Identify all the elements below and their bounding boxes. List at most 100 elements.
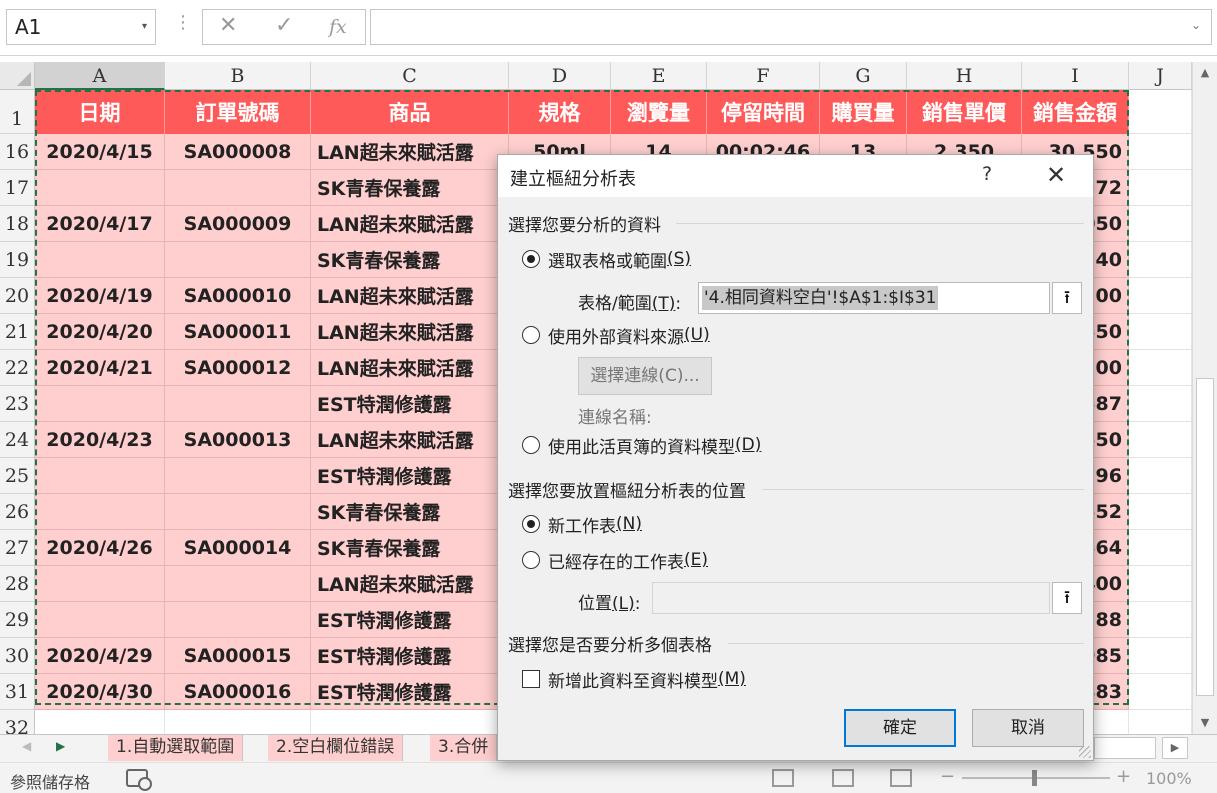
radio-button[interactable] (522, 326, 540, 344)
product-cell[interactable]: SK青春保養露 (311, 242, 509, 278)
date-cell[interactable] (35, 242, 165, 278)
enter-entry-icon[interactable]: ✓ (275, 13, 293, 38)
scroll-up-icon[interactable]: ▲ (1193, 62, 1217, 84)
date-cell[interactable]: 2020/4/17 (35, 206, 165, 242)
radio-existing-worksheet[interactable]: 已經存在的工作表 (E) (522, 548, 708, 573)
table-header-cell[interactable]: 瀏覽量 (611, 90, 707, 134)
sheet-tab-1[interactable]: 1.自動選取範圍 (108, 735, 244, 761)
choose-connection-button[interactable]: 選擇連線(C)... (578, 357, 712, 395)
ok-button[interactable]: 確定 (844, 709, 956, 747)
name-box[interactable]: A1 ▾ (6, 9, 156, 45)
empty-cell[interactable] (1129, 278, 1192, 314)
order-number-cell[interactable]: SA000016 (165, 674, 311, 710)
order-number-cell[interactable]: SA000013 (165, 422, 311, 458)
order-number-cell[interactable] (165, 386, 311, 422)
cancel-entry-icon[interactable]: ✕ (219, 13, 237, 38)
radio-button[interactable] (522, 551, 540, 569)
horizontal-scrollbar[interactable] (1094, 737, 1156, 759)
order-number-cell[interactable] (165, 494, 311, 530)
row-header[interactable]: 32 (0, 710, 35, 734)
empty-cell[interactable] (1129, 566, 1192, 602)
insert-function-icon[interactable]: fx (329, 16, 347, 38)
location-input[interactable] (652, 582, 1050, 614)
product-cell[interactable]: LAN超未來賦活露 (311, 134, 509, 170)
date-cell[interactable]: 2020/4/19 (35, 278, 165, 314)
order-number-cell[interactable] (165, 602, 311, 638)
empty-cell[interactable] (1129, 134, 1192, 170)
table-header-cell[interactable]: 訂單號碼 (165, 90, 311, 134)
row-header[interactable]: 16 (0, 134, 35, 170)
vertical-scrollbar[interactable]: ▲ ▼ (1192, 62, 1217, 734)
order-number-cell[interactable]: SA000014 (165, 530, 311, 566)
empty-cell[interactable] (1129, 494, 1192, 530)
order-number-cell[interactable]: SA000011 (165, 314, 311, 350)
page-break-view-icon[interactable] (890, 769, 912, 787)
product-cell[interactable]: LAN超未來賦活露 (311, 566, 509, 602)
cancel-button[interactable]: 取消 (972, 709, 1084, 747)
row-header[interactable]: 19 (0, 242, 35, 278)
accessibility-icon[interactable] (126, 769, 152, 791)
column-header[interactable]: I (1022, 62, 1129, 90)
row-header[interactable]: 31 (0, 674, 35, 710)
empty-cell[interactable] (35, 710, 165, 734)
empty-cell[interactable] (1129, 602, 1192, 638)
row-header[interactable]: 24 (0, 422, 35, 458)
empty-cell[interactable] (1129, 170, 1192, 206)
table-header-cell[interactable]: 日期 (35, 90, 165, 134)
date-cell[interactable]: 2020/4/30 (35, 674, 165, 710)
empty-cell[interactable] (1129, 710, 1192, 734)
zoom-slider-thumb[interactable] (1032, 770, 1037, 786)
row-header[interactable]: 21 (0, 314, 35, 350)
column-header[interactable]: F (707, 62, 820, 90)
page-layout-view-icon[interactable] (832, 769, 854, 787)
row-header[interactable]: 22 (0, 350, 35, 386)
column-header[interactable]: D (509, 62, 611, 90)
previous-sheet-icon[interactable]: ◀ (22, 739, 31, 753)
empty-cell[interactable] (1129, 674, 1192, 710)
product-cell[interactable]: SK青春保養露 (311, 170, 509, 206)
order-number-cell[interactable]: SA000012 (165, 350, 311, 386)
row-header[interactable]: 26 (0, 494, 35, 530)
date-cell[interactable] (35, 386, 165, 422)
row-header[interactable]: 25 (0, 458, 35, 494)
column-header[interactable]: J (1129, 62, 1192, 90)
scroll-down-icon[interactable]: ▼ (1193, 712, 1217, 734)
range-input[interactable]: '4.相同資料空白'!$A$1:$I$31 (698, 282, 1050, 314)
product-cell[interactable]: EST特潤修護露 (311, 638, 509, 674)
product-cell[interactable]: EST特潤修護露 (311, 674, 509, 710)
product-cell[interactable]: LAN超未來賦活露 (311, 314, 509, 350)
product-cell[interactable]: EST特潤修護露 (311, 386, 509, 422)
empty-cell[interactable] (1129, 386, 1192, 422)
empty-cell[interactable] (311, 710, 509, 734)
row-header[interactable]: 20 (0, 278, 35, 314)
empty-cell[interactable] (165, 710, 311, 734)
order-number-cell[interactable] (165, 458, 311, 494)
date-cell[interactable]: 2020/4/23 (35, 422, 165, 458)
row-header[interactable]: 17 (0, 170, 35, 206)
close-icon[interactable]: ✕ (1046, 161, 1066, 189)
vertical-scroll-thumb[interactable] (1196, 378, 1214, 696)
product-cell[interactable]: EST特潤修護露 (311, 602, 509, 638)
formula-input[interactable]: ⌄ (370, 9, 1212, 45)
date-cell[interactable]: 2020/4/26 (35, 530, 165, 566)
table-header-cell[interactable]: 規格 (509, 90, 611, 134)
empty-cell[interactable] (1129, 350, 1192, 386)
order-number-cell[interactable] (165, 170, 311, 206)
row-header[interactable]: 18 (0, 206, 35, 242)
column-header[interactable]: G (820, 62, 907, 90)
empty-cell[interactable] (1129, 530, 1192, 566)
radio-button[interactable] (522, 436, 540, 454)
row-header[interactable]: 27 (0, 530, 35, 566)
sheet-tab-2[interactable]: 2.空白欄位錯誤 (268, 735, 404, 761)
table-header-cell[interactable]: 銷售金額 (1022, 90, 1129, 134)
radio-button-checked[interactable] (522, 515, 540, 533)
dialog-titlebar[interactable]: 建立樞紐分析表 ? ✕ (498, 155, 1093, 197)
select-all-corner[interactable] (0, 62, 35, 90)
product-cell[interactable]: LAN超未來賦活露 (311, 206, 509, 242)
radio-new-worksheet[interactable]: 新工作表 (N) (522, 512, 642, 537)
order-number-cell[interactable]: SA000015 (165, 638, 311, 674)
add-to-data-model[interactable]: 新增此資料至資料模型 (M) (522, 667, 746, 692)
column-header[interactable]: C (311, 62, 509, 90)
radio-button-checked[interactable] (522, 250, 540, 268)
row-header[interactable]: 30 (0, 638, 35, 674)
